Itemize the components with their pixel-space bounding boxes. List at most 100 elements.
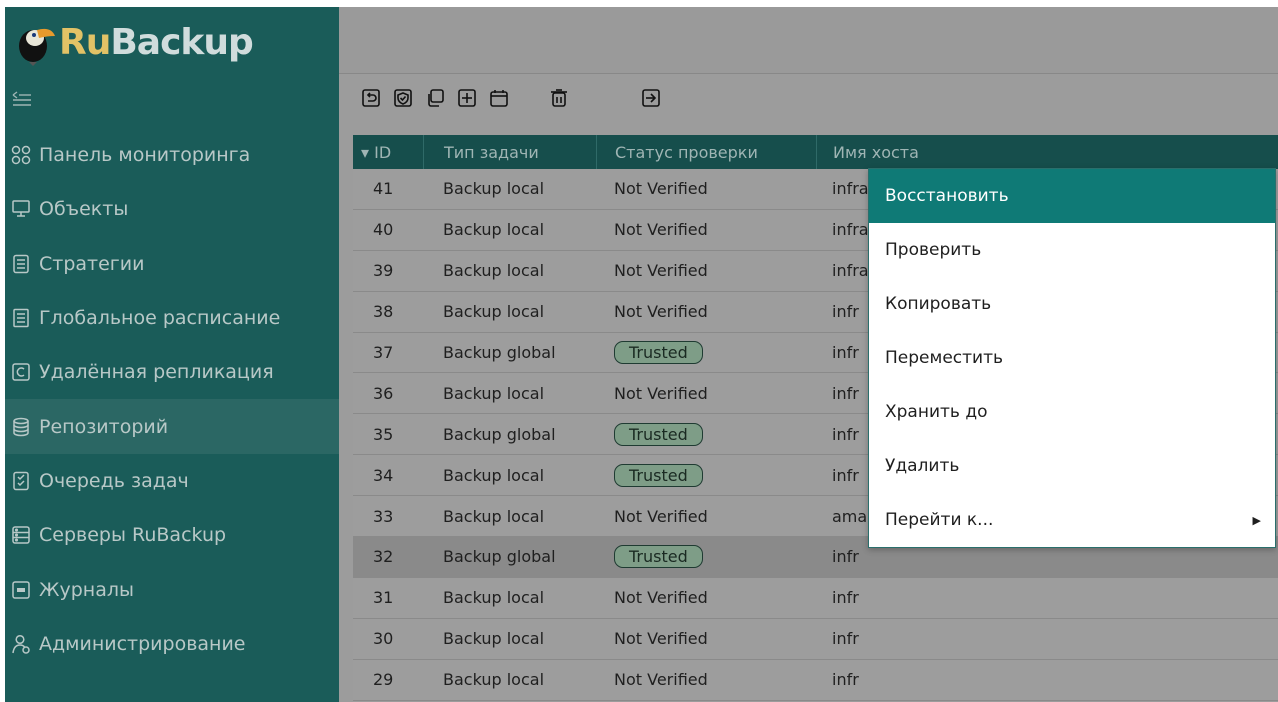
cell-status: Not Verified	[614, 220, 708, 240]
sidebar-item-dashboard[interactable]: Панель мониторинга	[5, 128, 339, 182]
cell-status: Trusted	[596, 422, 816, 446]
menu-item-restore[interactable]: Восстановить	[869, 169, 1275, 223]
cell-type: Backup local	[443, 302, 545, 322]
cell-status: Not Verified	[614, 302, 708, 322]
cell-host: infr	[832, 588, 859, 608]
sidebar-item-label: Очередь задач	[39, 469, 189, 492]
dashboard-icon	[11, 145, 31, 165]
move-icon[interactable]	[457, 88, 477, 108]
cell-id: 38	[373, 302, 394, 322]
column-header-id[interactable]: ▾ ID	[353, 143, 423, 162]
cell-type: Backup local	[443, 670, 545, 690]
sidebar-item-administration[interactable]: Администрирование	[5, 617, 339, 671]
cell-id: 39	[373, 261, 394, 281]
cell-id: 41	[373, 179, 394, 199]
cell-type: Backup local	[443, 629, 545, 649]
cell-id: 29	[373, 670, 394, 690]
trusted-badge: Trusted	[614, 463, 703, 487]
trusted-badge: Trusted	[614, 545, 703, 569]
copy-icon[interactable]	[425, 88, 445, 108]
context-menu: Восстановить Проверить Копировать Переме…	[868, 168, 1276, 548]
cell-id: 33	[373, 506, 394, 526]
cell-id: 37	[373, 343, 394, 362]
cell-type: Backup local	[443, 465, 545, 485]
restore-icon[interactable]	[361, 88, 381, 108]
admin-user-icon	[12, 634, 30, 654]
verify-icon[interactable]	[393, 88, 413, 108]
menu-item-copy[interactable]: Копировать	[869, 277, 1275, 331]
cell-id: 31	[373, 588, 394, 608]
sidebar-item-remote-replication[interactable]: Удалённая репликация	[5, 345, 339, 399]
table-row[interactable]: 31 Backup local Not Verified infr	[353, 577, 1278, 619]
menu-item-go-to[interactable]: Перейти к... ▶	[869, 493, 1275, 547]
replication-icon	[12, 363, 30, 382]
sidebar-item-strategies[interactable]: Стратегии	[5, 237, 339, 291]
calendar-icon[interactable]	[489, 88, 509, 108]
toucan-logo-icon	[19, 28, 55, 66]
toolbar	[339, 74, 1278, 128]
column-header-host[interactable]: Имя хоста	[816, 135, 1278, 169]
document-icon	[13, 254, 29, 273]
cell-id: 35	[373, 424, 394, 444]
sidebar-item-label: Стратегии	[39, 252, 145, 275]
sidebar-item-objects[interactable]: Объекты	[5, 182, 339, 236]
sidebar-item-label: Удалённая репликация	[39, 361, 274, 384]
sidebar-item-label: Панель мониторинга	[39, 144, 251, 167]
checklist-icon	[13, 471, 29, 491]
sidebar-item-label: Репозиторий	[39, 415, 169, 438]
monitor-icon	[12, 200, 30, 218]
submenu-arrow-icon: ▶	[1252, 513, 1261, 527]
table-header: ▾ ID Тип задачи Статус проверки Имя хост…	[353, 135, 1278, 169]
cell-status: Trusted	[596, 341, 816, 364]
sidebar-item-logs[interactable]: Журналы	[5, 562, 339, 616]
cell-host: infr	[832, 670, 859, 690]
top-header	[339, 7, 1278, 74]
cell-status: Not Verified	[614, 629, 708, 649]
column-header-status[interactable]: Статус проверки	[596, 135, 816, 169]
cell-type: Backup local	[443, 383, 545, 403]
sidebar-item-label: Журналы	[39, 578, 134, 601]
database-icon	[13, 417, 29, 436]
cell-type: Backup global	[443, 343, 556, 362]
table-row[interactable]: 30 Backup local Not Verified infr	[353, 618, 1278, 660]
schedule-icon	[13, 308, 29, 328]
cell-type: Backup local	[443, 588, 545, 608]
sidebar-item-label: Объекты	[39, 198, 129, 221]
column-header-type[interactable]: Тип задачи	[423, 135, 596, 169]
menu-item-keep-until[interactable]: Хранить до	[869, 385, 1275, 439]
table-row[interactable]: 29 Backup local Not Verified infr	[353, 659, 1278, 701]
cell-type: Backup local	[443, 506, 545, 526]
logo-prefix: Ru	[59, 21, 111, 63]
server-icon	[12, 526, 30, 544]
cell-status: Trusted	[596, 545, 816, 569]
cell-status: Not Verified	[614, 261, 708, 281]
menu-item-delete[interactable]: Удалить	[869, 439, 1275, 493]
sidebar-item-label: Глобальное расписание	[39, 307, 281, 330]
sidebar-item-repository[interactable]: Репозиторий	[5, 399, 339, 454]
go-to-icon[interactable]	[641, 88, 661, 108]
cell-id: 36	[373, 383, 394, 403]
cell-type: Backup local	[443, 261, 545, 281]
sidebar: RuBackup Панель мониторинга Объекты Стра…	[5, 7, 339, 702]
cell-status: Not Verified	[614, 670, 708, 690]
cell-type: Backup global	[443, 547, 556, 567]
menu-item-verify[interactable]: Проверить	[869, 223, 1275, 277]
menu-item-label: Перейти к...	[885, 510, 994, 530]
cell-id: 32	[373, 547, 394, 567]
sidebar-item-label: Серверы RuBackup	[39, 524, 227, 547]
sidebar-item-task-queue[interactable]: Очередь задач	[5, 454, 339, 508]
collapse-sidebar-icon[interactable]	[11, 89, 33, 109]
delete-icon[interactable]	[549, 88, 569, 108]
sidebar-item-servers[interactable]: Серверы RuBackup	[5, 508, 339, 562]
cell-id: 40	[373, 220, 394, 240]
cell-type: Backup global	[443, 424, 556, 444]
log-icon	[12, 580, 30, 599]
cell-status: Not Verified	[614, 588, 708, 608]
sidebar-item-label: Администрирование	[39, 632, 246, 655]
cell-status: Not Verified	[614, 179, 708, 199]
sidebar-nav: Панель мониторинга Объекты Стратегии Гло…	[5, 128, 339, 671]
menu-item-move[interactable]: Переместить	[869, 331, 1275, 385]
cell-status: Not Verified	[614, 506, 708, 526]
sidebar-item-global-schedule[interactable]: Глобальное расписание	[5, 291, 339, 345]
cell-host: infr	[832, 629, 859, 649]
